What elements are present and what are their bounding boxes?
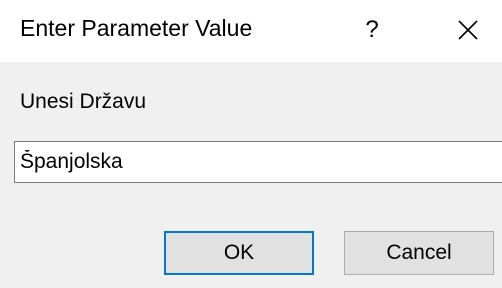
cancel-button[interactable]: Cancel (344, 231, 494, 275)
ok-button[interactable]: OK (164, 231, 314, 275)
parameter-dialog: Enter Parameter Value ? Unesi Državu OK … (0, 0, 502, 288)
dialog-body: Unesi Državu OK Cancel (0, 62, 502, 288)
title-bar: Enter Parameter Value ? (0, 0, 502, 62)
help-button[interactable]: ? (350, 8, 394, 52)
dialog-title: Enter Parameter Value (20, 15, 253, 41)
parameter-value-input[interactable] (14, 141, 502, 183)
prompt-label: Unesi Državu (20, 90, 147, 113)
close-icon (458, 20, 478, 40)
close-button[interactable] (444, 8, 492, 52)
